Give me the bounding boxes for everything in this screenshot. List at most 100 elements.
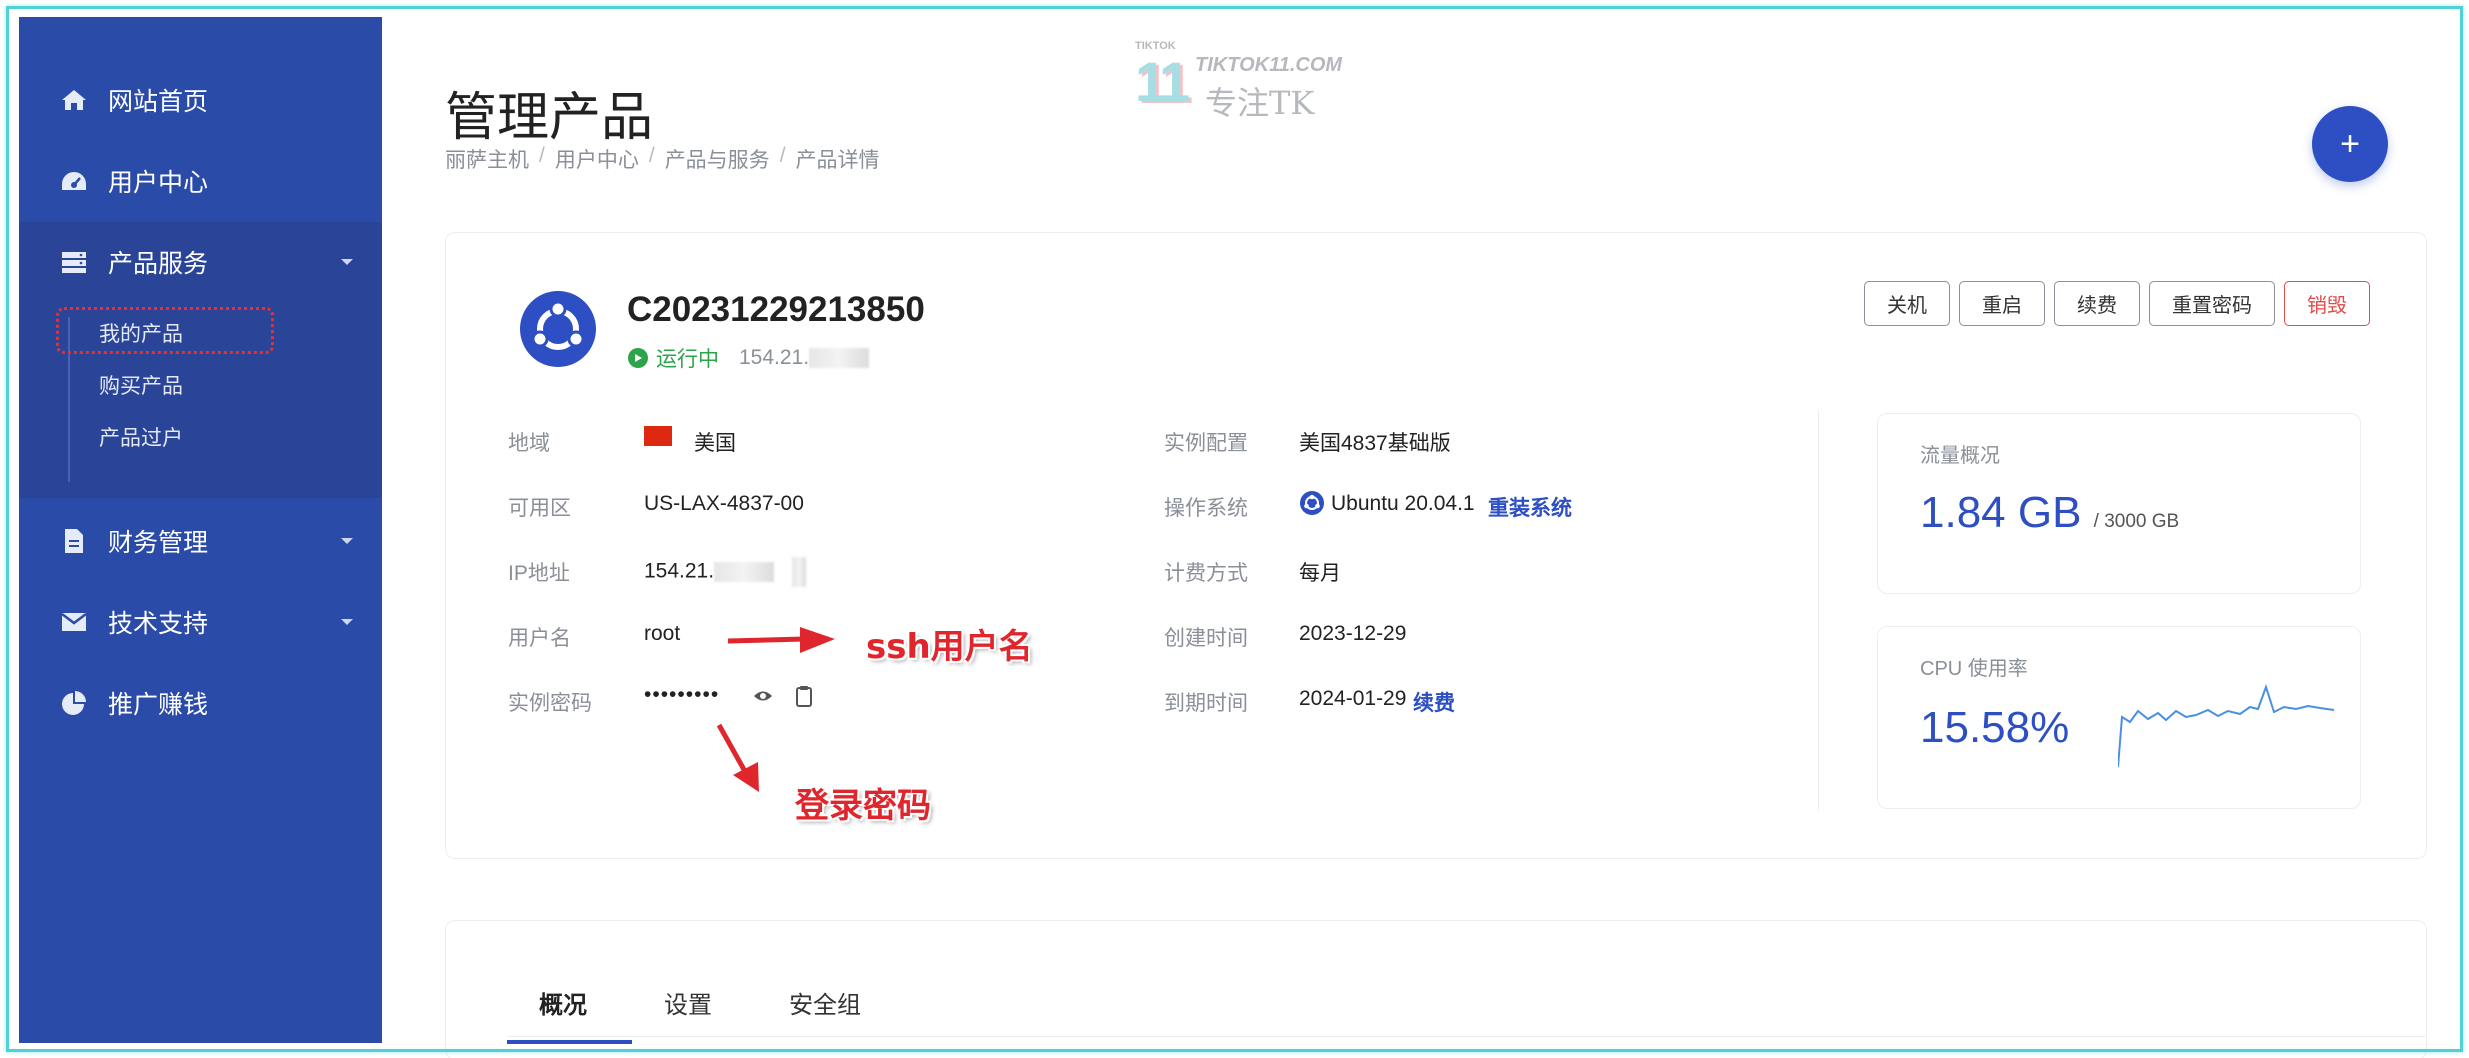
config-value: 美国4837基础版 (1299, 432, 1451, 455)
watermark-number: 11 (1135, 50, 1190, 113)
region-value: 美国 (694, 432, 736, 455)
sidebar-item-product-service[interactable]: 产品服务 (19, 232, 382, 292)
sidebar-subitem-buy-products[interactable]: 购买产品 (99, 370, 183, 400)
cpu-card: CPU 使用率 15.58% (1877, 626, 2361, 809)
sidebar-item-label: 网站首页 (108, 88, 209, 116)
tabs: 概况 设置 安全组 (507, 985, 906, 1044)
cpu-value: 15.58% (1920, 703, 2070, 752)
chevron-down-icon (341, 619, 353, 625)
tab-security-group[interactable]: 安全组 (757, 985, 906, 1044)
sidebar: 网站首页 用户中心 产品服务 我的产品 购买产品 产品过户 财务管理 技术支持 (19, 17, 382, 1043)
username-value: root (644, 622, 681, 645)
region-label: 地域 (508, 432, 550, 455)
created-value: 2023-12-29 (1299, 622, 1407, 645)
sidebar-item-label: 财务管理 (108, 529, 209, 557)
play-icon (628, 348, 648, 368)
chevron-down-icon (341, 259, 353, 265)
password-annotation: 登录密码 (795, 786, 931, 826)
instance-ip-prefix: 154.21. (739, 346, 810, 369)
ip-value-prefix: 154.21. (644, 559, 715, 583)
sidebar-subitem-product-transfer[interactable]: 产品过户 (99, 422, 183, 452)
watermark-brand: TIKTOK11.COM (1195, 54, 1343, 76)
sidebar-item-affiliate[interactable]: 推广赚钱 (19, 673, 382, 733)
zone-label: 可用区 (508, 497, 571, 520)
destroy-button[interactable]: 销毁 (2284, 281, 2370, 326)
ip-redaction (792, 557, 807, 587)
password-label: 实例密码 (508, 692, 592, 715)
traffic-used: 1.84 GB (1920, 488, 2082, 537)
sidebar-item-user-center[interactable]: 用户中心 (19, 151, 382, 211)
page-title: 管理产品 (445, 88, 654, 148)
reset-password-button[interactable]: 重置密码 (2149, 281, 2275, 326)
password-arrow-icon (716, 723, 759, 792)
ssh-arrow-icon (727, 627, 835, 653)
sidebar-item-label: 用户中心 (108, 169, 209, 197)
shutdown-button[interactable]: 关机 (1864, 281, 1950, 326)
cpu-title: CPU 使用率 (1920, 658, 2028, 680)
server-icon (59, 247, 89, 277)
ubuntu-logo-icon (520, 291, 596, 367)
ubuntu-small-icon (1300, 491, 1324, 520)
ip-label: IP地址 (508, 562, 570, 585)
os-label: 操作系统 (1164, 497, 1248, 520)
renew-link[interactable]: 续费 (1413, 687, 1455, 717)
breadcrumb-item[interactable]: 丽萨主机 (445, 144, 529, 174)
sidebar-item-label: 技术支持 (108, 610, 209, 638)
breadcrumb-item[interactable]: 用户中心 (555, 144, 639, 174)
flag-icon (644, 426, 672, 446)
expiry-label: 到期时间 (1164, 692, 1248, 715)
status-label: 运行中 (656, 348, 719, 371)
expiry-value: 2024-01-29 (1299, 687, 1407, 710)
traffic-card: 流量概况 1.84 GB / 3000 GB (1877, 413, 2361, 594)
envelope-icon (59, 607, 89, 637)
tab-settings[interactable]: 设置 (632, 985, 757, 1044)
traffic-value: 1.84 GB / 3000 GB (1920, 488, 2179, 538)
traffic-title: 流量概况 (1920, 445, 2000, 467)
add-button[interactable]: + (2312, 106, 2388, 182)
action-buttons: 关机 重启 续费 重置密码 销毁 (1864, 281, 2370, 326)
breadcrumb: 丽萨主机 / 用户中心 / 产品与服务 / 产品详情 (445, 144, 880, 174)
billing-label: 计费方式 (1164, 562, 1248, 585)
instance-status: 运行中 154.21. (628, 343, 870, 373)
pie-chart-icon (59, 688, 89, 718)
renew-button[interactable]: 续费 (2054, 281, 2140, 326)
ip-redaction (809, 348, 870, 369)
reinstall-link[interactable]: 重装系统 (1488, 492, 1572, 522)
breadcrumb-item-current: 产品详情 (795, 149, 880, 172)
breadcrumb-item[interactable]: 产品与服务 (665, 144, 770, 174)
chevron-down-icon (341, 538, 353, 544)
ssh-annotation: ssh用户名 (866, 627, 1033, 667)
sidebar-item-home[interactable]: 网站首页 (19, 70, 382, 130)
home-icon (59, 85, 89, 115)
dashboard-icon (59, 166, 89, 196)
instance-id: C20231229213850 (627, 290, 925, 329)
sidebar-item-finance[interactable]: 财务管理 (19, 511, 382, 571)
traffic-total: / 3000 GB (2093, 511, 2180, 532)
breadcrumb-separator: / (648, 144, 655, 167)
breadcrumb-separator: / (779, 144, 786, 167)
watermark-logo: TIKTOK 11 TIKTOK11.COM 专注TK (1135, 40, 1345, 125)
show-password-icon[interactable] (753, 687, 773, 710)
restart-button[interactable]: 重启 (1959, 281, 2045, 326)
zone-value: US-LAX-4837-00 (644, 492, 804, 515)
username-label: 用户名 (508, 627, 571, 650)
ip-redaction (714, 562, 775, 582)
copy-icon[interactable] (795, 685, 813, 712)
sidebar-subitem-my-products[interactable]: 我的产品 (99, 318, 183, 348)
sidebar-item-support[interactable]: 技术支持 (19, 592, 382, 652)
sidebar-item-label: 推广赚钱 (108, 691, 209, 719)
os-value: Ubuntu 20.04.1 (1331, 492, 1475, 515)
created-label: 创建时间 (1164, 627, 1248, 650)
breadcrumb-separator: / (539, 144, 545, 167)
billing-value: 每月 (1299, 562, 1341, 585)
sidebar-item-label: 产品服务 (108, 250, 209, 278)
password-value: ••••••••• (644, 683, 720, 706)
config-label: 实例配置 (1164, 432, 1248, 455)
tab-overview[interactable]: 概况 (507, 985, 632, 1044)
instance-ip: 154.21. (739, 346, 870, 370)
watermark-tagline: 专注TK (1205, 84, 1315, 122)
vertical-divider (1818, 410, 1819, 810)
ip-value: 154.21. (644, 557, 807, 587)
document-icon (59, 526, 89, 556)
cpu-sparkline (2118, 683, 2335, 768)
